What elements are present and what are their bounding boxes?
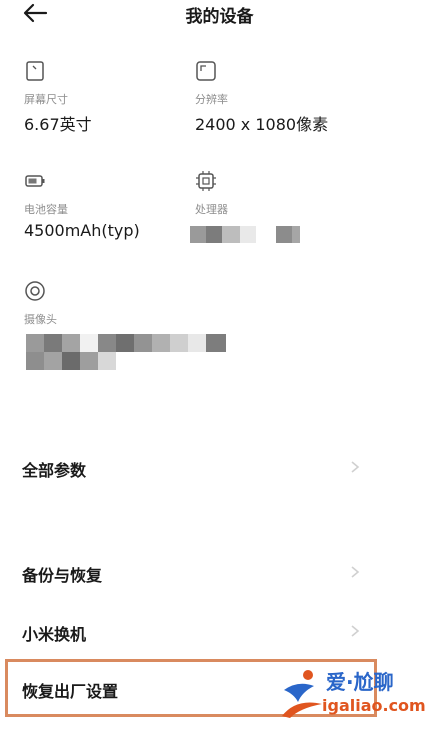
spec-value: 2400 x 1080像素	[195, 115, 329, 134]
battery-icon	[25, 175, 45, 187]
spec-screen: 屏幕尺寸 6.67英寸	[24, 60, 92, 135]
page-title: 我的设备	[185, 7, 254, 27]
spec-value: 6.67英寸	[24, 115, 92, 134]
spec-label: 屏幕尺寸	[24, 93, 68, 106]
menu-item-label: 备份与恢复	[22, 566, 103, 585]
watermark: 爱·尬聊 igaliao.com	[278, 664, 436, 726]
camera-icon	[25, 281, 45, 301]
spec-label: 处理器	[195, 203, 228, 216]
resolution-icon	[196, 61, 216, 81]
processor-value-mosaic	[190, 226, 300, 243]
watermark-title: 爱·尬聊	[326, 670, 394, 694]
spec-battery: 电池容量 4500mAh(typ)	[24, 170, 140, 240]
menu-item-all-params[interactable]: 全部参数	[0, 447, 439, 487]
runner-logo-icon	[282, 670, 322, 718]
chevron-right-icon	[351, 461, 360, 473]
camera-value-mosaic	[26, 334, 226, 370]
chevron-right-icon	[351, 625, 360, 637]
chevron-right-icon	[351, 566, 360, 578]
phone-icon	[26, 61, 44, 81]
watermark-url: igaliao.com	[322, 696, 426, 715]
menu-item-mi-mover[interactable]: 小米换机	[0, 611, 439, 651]
spec-label: 分辨率	[195, 93, 228, 106]
spec-label: 摄像头	[24, 313, 57, 326]
chip-icon	[196, 171, 216, 191]
menu-item-backup[interactable]: 备份与恢复	[0, 552, 439, 592]
header: 我的设备	[0, 0, 439, 30]
spec-value: 4500mAh(typ)	[24, 221, 140, 240]
spec-processor: 处理器	[195, 170, 228, 217]
spec-resolution: 分辨率 2400 x 1080像素	[195, 60, 328, 135]
spec-label: 电池容量	[24, 203, 68, 216]
spec-camera: 摄像头	[24, 280, 57, 327]
menu-item-label: 全部参数	[22, 461, 87, 480]
menu-item-label: 小米换机	[22, 625, 87, 644]
